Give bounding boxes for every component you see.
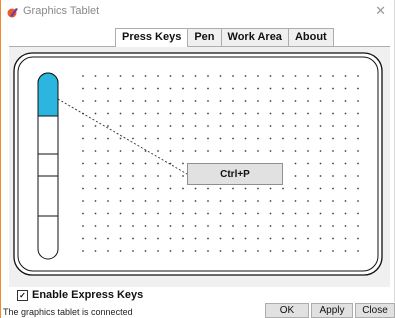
close-button[interactable]: Close bbox=[355, 303, 395, 318]
tab-press-keys[interactable]: Press Keys bbox=[115, 28, 189, 47]
ok-button[interactable]: OK bbox=[265, 303, 309, 318]
apply-button[interactable]: Apply bbox=[311, 303, 353, 318]
mapped-key-box[interactable]: Ctrl+P bbox=[187, 163, 283, 185]
express-key-1[interactable] bbox=[37, 72, 59, 117]
tab-pen[interactable]: Pen bbox=[187, 28, 222, 46]
tab-about[interactable]: About bbox=[287, 28, 334, 46]
express-keys-option[interactable]: ✓ Enable Express Keys bbox=[17, 289, 143, 301]
express-keys-label: Enable Express Keys bbox=[32, 289, 144, 301]
express-keys-checkbox[interactable]: ✓ bbox=[17, 289, 28, 301]
tab-bar: Press Keys Pen Work Area About bbox=[115, 28, 334, 47]
express-key-strip bbox=[37, 72, 59, 260]
window-title: Graphics Tablet bbox=[23, 5, 100, 17]
tab-work-area[interactable]: Work Area bbox=[220, 28, 289, 46]
window: Graphics Tablet ✕ Press Keys Pen Work Ar… bbox=[0, 0, 395, 318]
app-pen-icon bbox=[7, 8, 18, 18]
status-text: The graphics tablet is connected bbox=[3, 307, 133, 317]
close-icon[interactable]: ✕ bbox=[375, 3, 386, 19]
titlebar: Graphics Tablet ✕ bbox=[1, 0, 394, 22]
